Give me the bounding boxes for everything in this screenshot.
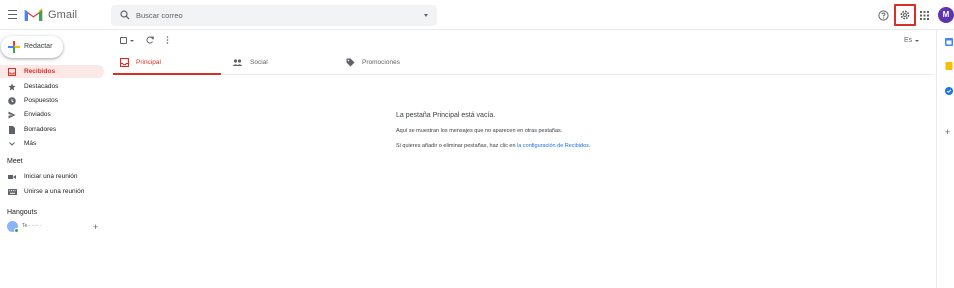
sidebar-item-label: Borradores bbox=[24, 126, 57, 133]
tab-label: Social bbox=[250, 59, 268, 66]
sidebar-item-label: Recibidos bbox=[24, 68, 56, 75]
search-options-dropdown-icon[interactable] bbox=[424, 14, 428, 17]
inbox-settings-link[interactable]: la configuración de Recibidos bbox=[517, 143, 589, 149]
sidebar-item-pospuestos[interactable]: Pospuestos bbox=[0, 94, 104, 107]
sidebar-item-label: Unirse a una reunión bbox=[24, 188, 85, 195]
input-language-button[interactable]: Es bbox=[904, 37, 912, 44]
sidebar-item-mas[interactable]: Más bbox=[0, 137, 104, 150]
top-header: Gmail M bbox=[0, 0, 954, 30]
gear-icon[interactable] bbox=[899, 9, 911, 21]
select-all-checkbox[interactable] bbox=[120, 37, 127, 44]
empty-state-title: La pestaña Principal está vacía. bbox=[396, 112, 496, 119]
file-icon bbox=[9, 126, 15, 134]
tab-label: Principal bbox=[136, 59, 161, 66]
search-icon[interactable] bbox=[120, 10, 130, 20]
tab-label: Promociones bbox=[362, 59, 400, 66]
side-panel: + bbox=[936, 30, 954, 288]
language-dropdown-icon[interactable] bbox=[915, 40, 919, 42]
select-dropdown-icon[interactable] bbox=[130, 40, 134, 42]
sidebar-item-label: Pospuestos bbox=[24, 97, 58, 104]
inbox-icon bbox=[8, 68, 16, 76]
keep-icon[interactable] bbox=[945, 62, 953, 70]
compose-button[interactable]: Redactar bbox=[1, 36, 63, 58]
refresh-icon[interactable] bbox=[146, 36, 154, 44]
sidebar-item-label: Destacados bbox=[24, 83, 59, 90]
search-input[interactable] bbox=[136, 8, 416, 23]
send-icon bbox=[8, 111, 16, 119]
apps-grid-icon[interactable] bbox=[920, 11, 929, 20]
add-hangout-icon[interactable]: + bbox=[93, 222, 98, 232]
category-tabs: Principal Social Promociones bbox=[113, 50, 933, 75]
sidebar-item-enviados[interactable]: Enviados bbox=[0, 108, 104, 121]
hangouts-user-name: Te·· ···· · bbox=[22, 223, 42, 229]
compose-label: Redactar bbox=[24, 43, 53, 50]
gmail-logo-text[interactable]: Gmail bbox=[48, 9, 77, 21]
tab-social[interactable]: Social bbox=[225, 50, 333, 75]
meet-section-title: Meet bbox=[7, 158, 23, 165]
sidebar-item-label: Enviados bbox=[24, 111, 51, 118]
sidebar-item-destacados[interactable]: Destacados bbox=[0, 80, 104, 93]
more-options-icon[interactable] bbox=[166, 36, 169, 44]
hangouts-section-title: Hangouts bbox=[7, 209, 37, 216]
calendar-icon[interactable] bbox=[945, 38, 953, 46]
hangouts-user[interactable]: Te·· ···· · bbox=[7, 221, 105, 235]
sidebar-item-label: Más bbox=[24, 140, 37, 147]
tab-promociones[interactable]: Promociones bbox=[339, 50, 447, 75]
keyboard-icon bbox=[8, 189, 17, 195]
empty-state-hint-suffix: . bbox=[588, 143, 591, 149]
online-status-icon bbox=[14, 228, 19, 233]
inbox-icon bbox=[120, 58, 129, 67]
account-avatar[interactable]: M bbox=[938, 7, 954, 23]
sidebar-item-label: Iniciar una reunión bbox=[24, 173, 78, 180]
plus-icon bbox=[8, 41, 20, 53]
clock-icon bbox=[8, 97, 16, 105]
main-menu-icon[interactable] bbox=[8, 10, 17, 19]
chevron-down-icon bbox=[9, 142, 15, 146]
gmail-logo-icon[interactable] bbox=[24, 7, 43, 22]
empty-state-description: Aquí se muestran los mensajes que no apa… bbox=[396, 128, 563, 134]
sidebar-item-borradores[interactable]: Borradores bbox=[0, 123, 104, 136]
video-icon bbox=[8, 175, 16, 179]
people-icon bbox=[232, 59, 243, 66]
tasks-icon[interactable] bbox=[945, 87, 953, 95]
add-addon-icon[interactable]: + bbox=[945, 127, 950, 137]
tag-icon bbox=[346, 58, 355, 67]
empty-state-hint-prefix: Si quieres añadir o eliminar pestañas, h… bbox=[396, 143, 518, 149]
empty-state-hint: Si quieres añadir o eliminar pestañas, h… bbox=[396, 143, 590, 149]
sidebar-item-iniciar-reunion[interactable]: Iniciar una reunión bbox=[0, 170, 104, 183]
help-icon[interactable] bbox=[878, 10, 889, 21]
sidebar-item-unirse-reunion[interactable]: Unirse a una reunión bbox=[0, 185, 104, 198]
search-bar[interactable] bbox=[111, 5, 437, 26]
star-icon bbox=[8, 83, 16, 91]
sidebar-item-recibidos[interactable]: Recibidos bbox=[0, 65, 104, 78]
tab-principal[interactable]: Principal bbox=[113, 50, 221, 75]
